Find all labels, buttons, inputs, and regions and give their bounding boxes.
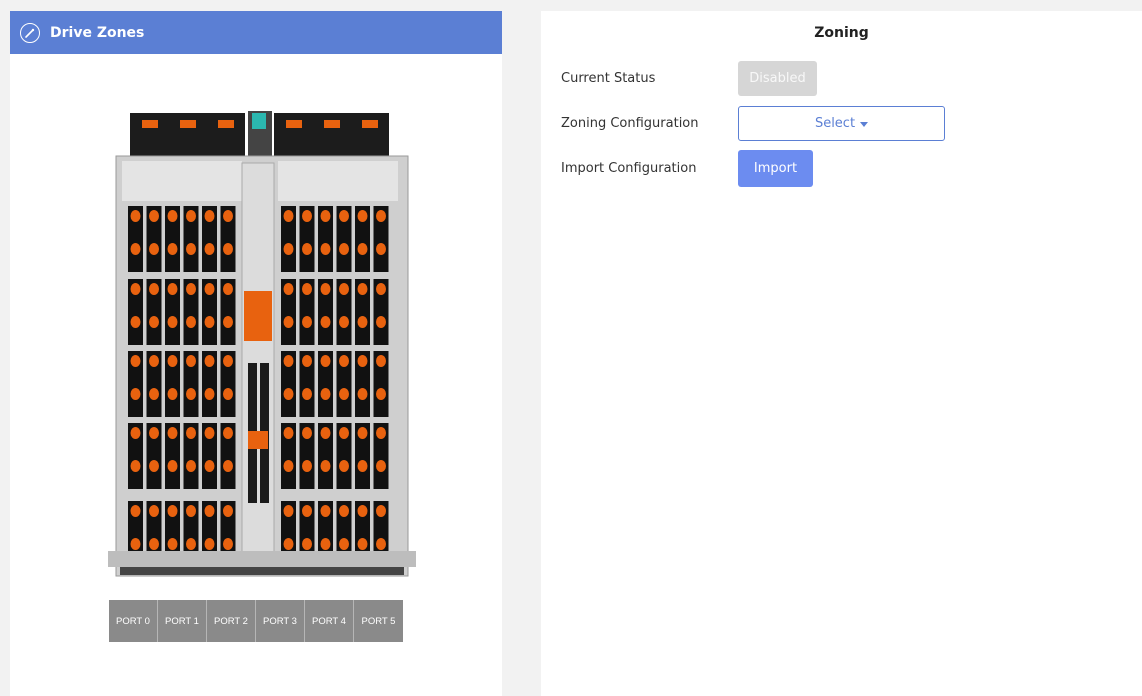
port-2-button[interactable]: PORT 2 bbox=[207, 600, 256, 642]
port-0-button[interactable]: PORT 0 bbox=[109, 600, 158, 642]
port-4-button[interactable]: PORT 4 bbox=[305, 600, 354, 642]
import-configuration-label: Import Configuration bbox=[561, 161, 697, 176]
current-status-label: Current Status bbox=[561, 71, 656, 86]
port-selector: PORT 0 PORT 1 PORT 2 PORT 3 PORT 4 PORT … bbox=[109, 600, 403, 642]
dropdown-label: Select bbox=[814, 116, 856, 131]
port-3-button[interactable]: PORT 3 bbox=[256, 600, 305, 642]
port-5-button[interactable]: PORT 5 bbox=[354, 600, 403, 642]
status-disabled-button: Disabled bbox=[738, 61, 817, 96]
port-1-button[interactable]: PORT 1 bbox=[158, 600, 207, 642]
import-button[interactable]: Import bbox=[738, 150, 813, 187]
zoning-configuration-dropdown[interactable]: Select bbox=[738, 106, 945, 141]
drive-enclosure-svg bbox=[108, 111, 416, 577]
drive-zones-header: Drive Zones bbox=[10, 11, 502, 54]
gauge-icon bbox=[20, 22, 40, 43]
zoning-configuration-label: Zoning Configuration bbox=[561, 116, 699, 131]
drive-enclosure-image bbox=[98, 111, 426, 581]
zoning-panel: Zoning Current Status Disabled Zoning Co… bbox=[541, 11, 1142, 696]
caret-down-icon bbox=[860, 121, 869, 127]
zoning-title: Zoning bbox=[814, 25, 869, 41]
drive-zones-panel: Drive Zones PORT 0 PORT 1 PORT 2 PORT 3 … bbox=[10, 11, 502, 696]
drive-zones-title: Drive Zones bbox=[50, 24, 145, 41]
